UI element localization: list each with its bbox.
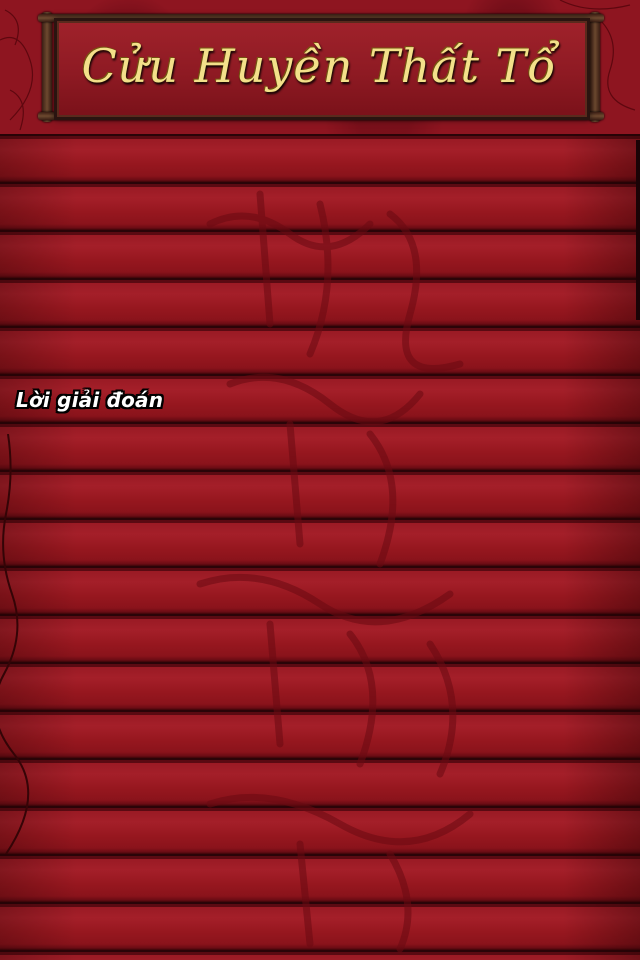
left-edge-crack — [0, 434, 30, 854]
section-label-loi-giai-doan: Lời giải đoán — [16, 388, 164, 412]
app-title: Cửu Huyền Thất Tổ — [81, 39, 557, 93]
calligraphy-watermark — [196, 190, 474, 953]
title-plaque: Cửu Huyền Thất Tổ — [38, 12, 604, 122]
slatted-panel — [0, 134, 640, 960]
right-edge-strip — [636, 140, 640, 320]
left-bamboo-pole — [42, 12, 52, 122]
right-bamboo-pole — [590, 12, 600, 122]
